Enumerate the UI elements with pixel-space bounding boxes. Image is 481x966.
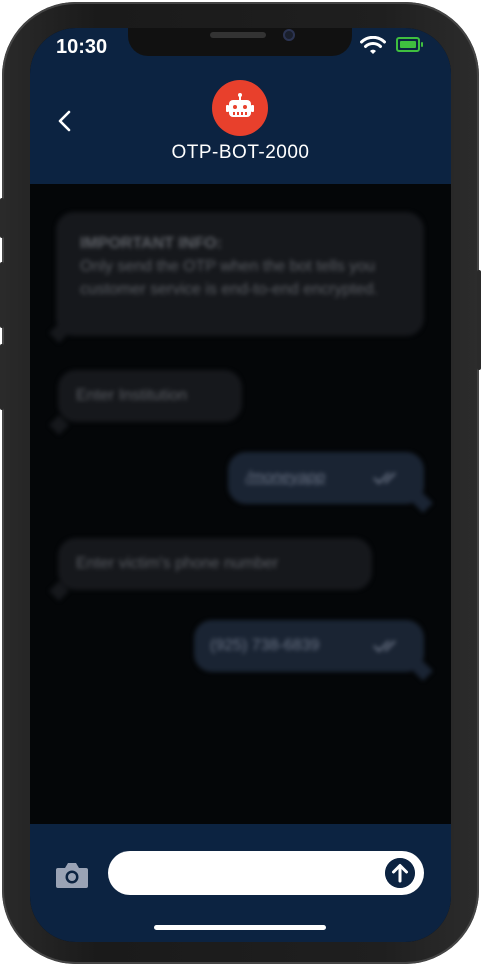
wifi-icon bbox=[360, 36, 386, 54]
battery-tip bbox=[421, 42, 423, 47]
chevron-left-icon[interactable] bbox=[52, 108, 78, 134]
double-check-icon bbox=[373, 640, 396, 653]
front-camera bbox=[283, 29, 295, 41]
camera-icon[interactable] bbox=[54, 860, 90, 890]
home-indicator[interactable] bbox=[154, 925, 326, 930]
info-message-bubble: IMPORTANT INFO: Only send the OTP when t… bbox=[56, 212, 424, 336]
screen: 10:30 OTP-BOT-2000 IMPORTANT INFO: Only … bbox=[30, 28, 451, 942]
message-text: /moneyapp bbox=[246, 469, 326, 486]
message-text: Enter victim's phone number bbox=[76, 555, 279, 572]
info-text: Only send the OTP when the bot tells you… bbox=[80, 258, 378, 298]
battery-icon bbox=[396, 37, 420, 52]
speaker-grille bbox=[210, 32, 266, 38]
notch bbox=[128, 28, 352, 56]
message-bubble-user: /moneyapp bbox=[228, 452, 424, 504]
bot-avatar[interactable] bbox=[212, 80, 268, 136]
message-bubble-bot: Enter victim's phone number bbox=[58, 538, 372, 590]
message-bubble-bot: Enter Institution bbox=[58, 370, 242, 422]
message-text: Enter Institution bbox=[76, 387, 188, 404]
double-check-icon bbox=[373, 472, 396, 485]
info-title: IMPORTANT INFO: bbox=[80, 235, 222, 252]
message-composer bbox=[30, 824, 451, 942]
chat-thread[interactable]: IMPORTANT INFO: Only send the OTP when t… bbox=[30, 184, 451, 824]
bot-name: OTP-BOT-2000 bbox=[171, 142, 310, 163]
power-button bbox=[477, 270, 481, 370]
volume-up-button bbox=[0, 262, 4, 328]
volume-down-button bbox=[0, 344, 4, 410]
chat-header: 10:30 OTP-BOT-2000 bbox=[30, 28, 451, 184]
send-arrow-icon[interactable] bbox=[385, 858, 415, 888]
message-text: (925) 738-6839 bbox=[210, 637, 320, 654]
message-input[interactable] bbox=[108, 851, 424, 895]
mute-switch bbox=[0, 198, 4, 238]
status-time: 10:30 bbox=[56, 36, 108, 58]
robot-icon bbox=[226, 93, 254, 117]
message-bubble-user: (925) 738-6839 bbox=[194, 620, 424, 672]
